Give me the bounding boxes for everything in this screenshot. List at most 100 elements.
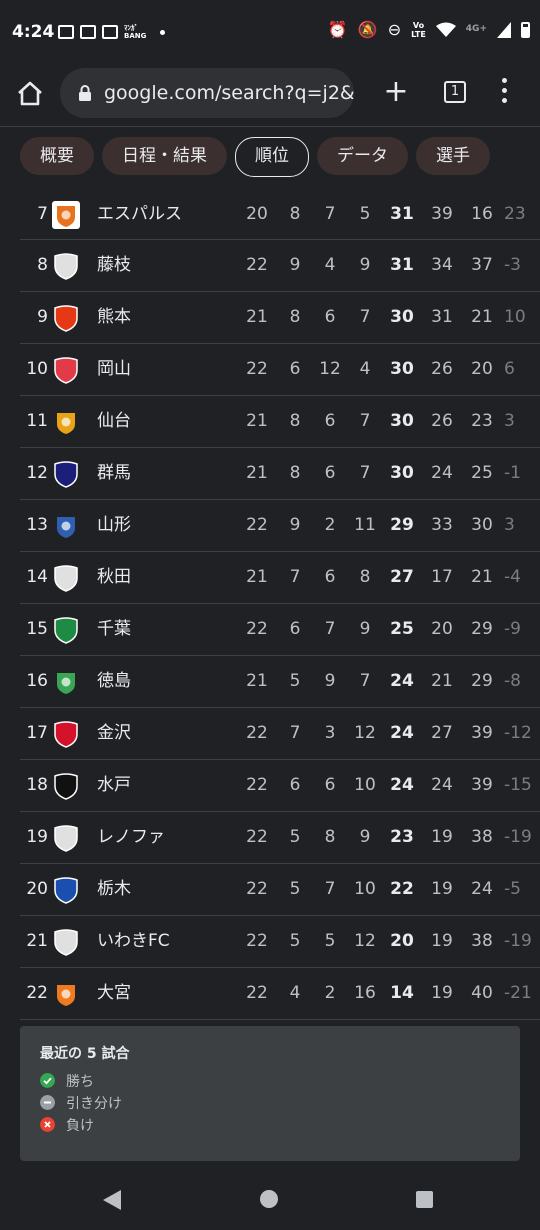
draws: 5 [324,931,336,951]
standings-row[interactable]: 17 金沢 22 7 3 12 24 27 39 -12 [20,708,540,760]
new-tab-button[interactable]: + [382,77,410,107]
rank: 22 [26,983,48,1003]
rank: 10 [26,359,48,379]
wins: 8 [289,411,301,431]
goals-against: 24 [471,879,493,899]
goals-for: 19 [431,983,453,1003]
standings-row[interactable]: 16 徳島 21 5 9 7 24 21 29 -8 [20,656,540,708]
team-crest-icon [57,673,75,694]
standings-row[interactable]: 14 秋田 21 7 6 8 27 17 21 -4 [20,552,540,604]
standings-row[interactable]: 19 レノファ 22 5 8 9 23 19 38 -19 [20,812,540,864]
network-type-label: 4G+ [465,24,487,34]
standings-row[interactable]: 20 栃木 22 5 7 10 22 19 24 -5 [20,864,540,916]
goal-difference: 10 [504,307,526,327]
mute-icon: 🔕 [357,20,378,39]
matches-played: 22 [246,983,268,1003]
tab-standings[interactable]: 順位 [235,137,309,177]
signal-icon [497,21,511,38]
address-bar[interactable]: google.com/search?q=j2&c [60,68,354,118]
standings-row[interactable]: 21 いわきFC 22 5 5 12 20 19 38 -19 [20,916,540,968]
team-name: 岡山 [97,359,131,379]
points: 24 [390,671,414,691]
goals-against: 40 [471,983,493,1003]
points: 22 [390,879,414,899]
team-crest-icon [54,773,78,800]
wins: 9 [289,515,301,535]
tab-data[interactable]: データ [317,137,408,175]
matches-played: 22 [246,255,268,275]
team-name: いわきFC [97,931,170,951]
lock-icon [79,85,91,101]
goals-for: 21 [431,671,453,691]
draws: 8 [324,827,336,847]
draws: 6 [324,775,336,795]
team-name: 群馬 [97,463,131,483]
standings-row[interactable]: 15 千葉 22 6 7 9 25 20 29 -9 [20,604,540,656]
losses: 10 [354,879,376,899]
wins: 9 [289,255,301,275]
standings-row[interactable]: 10 岡山 22 6 12 4 30 26 20 6 [20,344,540,396]
browser-toolbar: google.com/search?q=j2&c + 1 [0,64,540,126]
manga-app-icon: ﾏﾝｶﾞ BANG [124,24,147,40]
back-icon[interactable] [103,1190,121,1210]
standings-row[interactable]: 18 水戸 22 6 6 10 24 24 39 -15 [20,760,540,812]
wifi-icon [435,22,456,37]
losses: 11 [354,515,376,535]
goal-difference: -1 [504,463,521,483]
matches-played: 22 [246,359,268,379]
standings-row[interactable]: 7 エスパルス 20 8 7 5 31 39 16 23 [20,189,540,240]
tab-schedule-results[interactable]: 日程・結果 [102,137,227,175]
team-name: 大宮 [97,983,131,1003]
home-icon[interactable] [16,80,44,108]
download-icon [102,25,118,39]
wins: 5 [289,827,301,847]
draws: 6 [324,463,336,483]
home-nav-icon[interactable] [260,1190,278,1208]
standings-row[interactable]: 13 山形 22 9 2 11 29 33 30 3 [20,500,540,552]
losses: 4 [359,359,371,379]
goals-against: 20 [471,359,493,379]
goals-against: 37 [471,255,493,275]
standings-row[interactable]: 8 藤枝 22 9 4 9 31 34 37 -3 [20,240,540,292]
goal-difference: -12 [504,723,532,743]
toolbar-divider [0,126,540,127]
standings-row[interactable]: 11 仙台 21 8 6 7 30 26 23 3 [20,396,540,448]
standings-row[interactable]: 12 群馬 21 8 6 7 30 24 25 -1 [20,448,540,500]
standings-row[interactable]: 9 熊本 21 8 6 7 30 31 21 10 [20,292,540,344]
points: 30 [390,359,414,379]
goal-difference: -9 [504,619,521,639]
rank: 15 [26,619,48,639]
tab-players[interactable]: 選手 [416,137,490,175]
system-icons: ⏰ 🔕 ⊖ Vo LTE 4G+ [328,20,530,39]
wins: 7 [289,723,301,743]
points: 24 [390,775,414,795]
recent-apps-icon[interactable] [416,1191,433,1208]
team-crest-icon [57,985,75,1006]
points: 24 [390,723,414,743]
wins: 8 [289,307,301,327]
status-bar: 4:24 ﾏﾝｶﾞ BANG ⏰ 🔕 ⊖ Vo LTE 4G+ [0,0,540,64]
news-icon [58,25,74,39]
goal-difference: -4 [504,567,521,587]
goals-against: 39 [471,775,493,795]
tab-switcher-button[interactable]: 1 [444,81,466,103]
goals-for: 24 [431,775,453,795]
matches-played: 22 [246,723,268,743]
team-crest-icon [54,721,78,748]
losses: 9 [359,619,371,639]
tab-overview[interactable]: 概要 [20,137,94,175]
draws: 6 [324,307,336,327]
rank: 12 [26,463,48,483]
battery-icon [521,21,530,38]
legend-title: 最近の 5 試合 [40,1046,130,1062]
standings-row[interactable]: 22 大宮 22 4 2 16 14 19 40 -21 [20,968,540,1020]
losses: 8 [359,567,371,587]
wins: 5 [289,671,301,691]
goals-against: 25 [471,463,493,483]
goal-difference: 3 [504,411,515,431]
check-icon [40,1073,55,1088]
rank: 16 [26,671,48,691]
losses: 7 [359,463,371,483]
more-menu-icon[interactable] [496,78,512,106]
goal-difference: 6 [504,359,515,379]
